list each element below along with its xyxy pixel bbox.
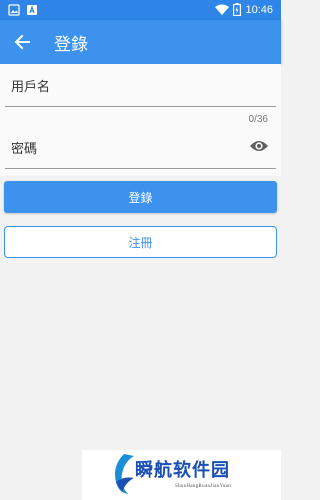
username-placeholder: 用戶名: [11, 80, 51, 95]
a-notification-icon: [27, 5, 37, 15]
status-time: 10:46: [245, 3, 273, 16]
status-left: [8, 4, 38, 16]
status-bar: 10:46: [0, 0, 281, 20]
username-char-counter: 0/36: [248, 114, 268, 125]
arrow-left-icon: [14, 34, 30, 50]
battery-icon: [233, 3, 242, 16]
register-button[interactable]: 注冊: [4, 226, 277, 258]
watermark-title: 瞬航软件园: [135, 460, 230, 481]
status-right: 10:46: [215, 3, 273, 16]
watermark: 瞬航软件园 ShunHangRuanJianYuan: [82, 450, 281, 500]
page-title: 登錄: [54, 34, 88, 55]
login-button[interactable]: 登錄: [4, 181, 277, 213]
watermark-subtitle: ShunHangRuanJianYuan: [175, 484, 231, 489]
password-placeholder: 密碼: [11, 142, 38, 157]
password-field[interactable]: 密碼: [5, 126, 276, 169]
back-button[interactable]: [0, 20, 44, 64]
watermark-logo-icon: [115, 454, 134, 494]
app-bar: 登錄: [0, 20, 281, 64]
wifi-icon: [215, 4, 230, 15]
image-icon: [8, 4, 20, 16]
login-form: 用戶名 0/36 密碼: [0, 64, 281, 176]
username-field[interactable]: 用戶名: [5, 64, 276, 107]
eye-icon[interactable]: [249, 138, 269, 154]
